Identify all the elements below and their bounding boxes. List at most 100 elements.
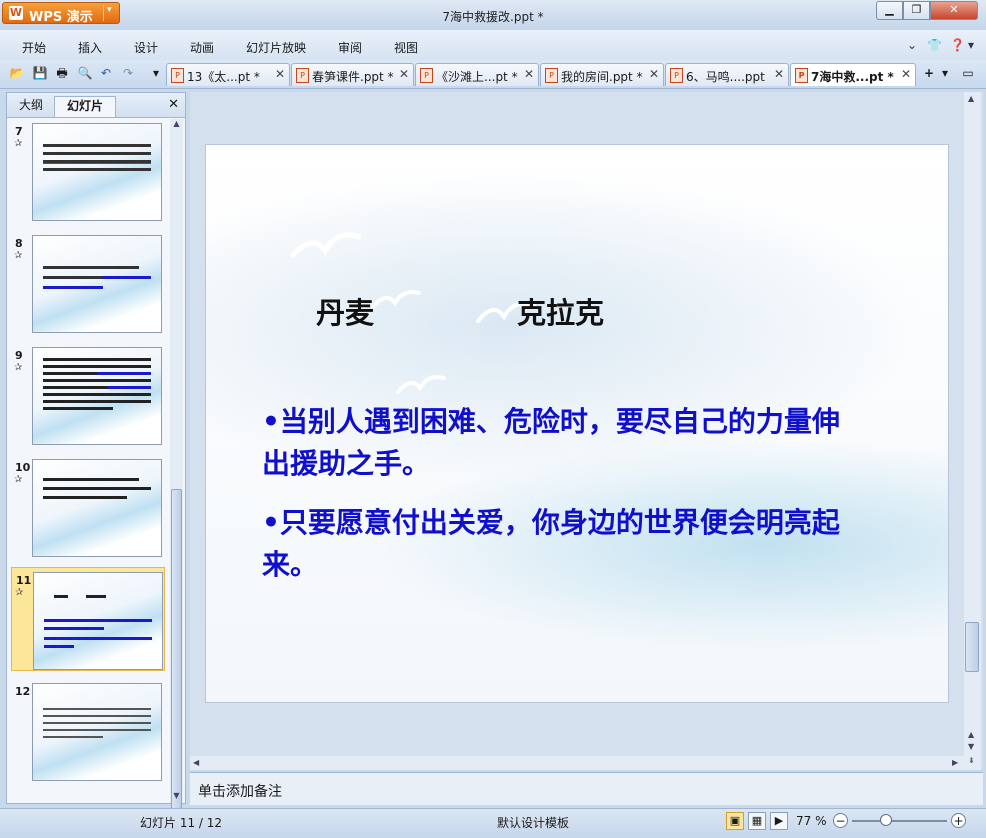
chevron-down-icon[interactable]: ▾	[968, 38, 974, 52]
window-title: 7海中救援改.ppt *	[442, 10, 544, 24]
close-tab-icon[interactable]: ✕	[649, 67, 659, 81]
menu-design[interactable]: 设计	[134, 39, 158, 56]
slide-heading-denmark[interactable]: 丹麦	[316, 290, 374, 332]
tab-label: 我的房间.ppt *	[561, 70, 643, 84]
tab-label: 13《太...pt *	[187, 70, 260, 84]
tab-document-beach[interactable]: P 《沙滩上...pt * ✕	[415, 63, 539, 86]
print-preview-icon[interactable]: 🔍	[77, 65, 93, 81]
help-icon[interactable]: ❓	[950, 38, 965, 52]
open-folder-icon[interactable]: 📂	[9, 65, 25, 81]
thumbnail-scrollbar[interactable]: ▲ ▼	[170, 119, 183, 809]
slide-preview	[32, 459, 162, 557]
seagull-icon	[371, 290, 421, 309]
redo-icon[interactable]: ↷	[120, 65, 136, 81]
slide-thumbnail-12[interactable]: 12	[11, 679, 165, 783]
tab-document-spring-shoots[interactable]: P 春笋课件.ppt * ✕	[291, 63, 414, 86]
notes-placeholder: 单击添加备注	[198, 784, 282, 800]
close-tab-icon[interactable]: ✕	[275, 67, 285, 81]
slide-number: 9	[15, 349, 23, 362]
tab-label: 春笋课件.ppt *	[312, 70, 394, 84]
menu-review[interactable]: 审阅	[338, 39, 362, 56]
slide-counter: 幻灯片 11 / 12	[140, 816, 223, 830]
slide-sorter-view-icon[interactable]: ▦	[748, 812, 766, 830]
scroll-up-icon[interactable]: ▲	[171, 119, 182, 131]
close-window-button[interactable]: ✕	[930, 1, 978, 20]
slideshow-view-icon[interactable]: ▶	[770, 812, 788, 830]
editor-vertical-scrollbar[interactable]: ▲ ▲ ▼ ⇟	[964, 92, 981, 770]
scrollbar-thumb[interactable]	[171, 489, 182, 809]
zoom-level: 77 %	[796, 814, 827, 828]
zoom-out-button[interactable]: −	[833, 813, 848, 828]
menu-bar: 开始 插入 设计 动画 幻灯片放映 审阅 视图 ⌄ 👕 ❓ ▾	[0, 30, 986, 60]
tab-list-dropdown-icon[interactable]: ▾	[937, 65, 953, 81]
close-tab-icon[interactable]: ✕	[399, 67, 409, 81]
slide-thumbnail-7[interactable]: 7 ✰	[11, 119, 165, 223]
tab-layout-icon[interactable]: ▭	[960, 65, 976, 81]
tab-document-my-room[interactable]: P 我的房间.ppt * ✕	[540, 63, 664, 86]
close-tab-icon[interactable]: ✕	[524, 67, 534, 81]
slide-preview	[33, 572, 163, 670]
close-tab-icon[interactable]: ✕	[901, 67, 911, 81]
tab-outline[interactable]: 大纲	[9, 96, 53, 117]
tab-label: 《沙滩上...pt *	[436, 70, 518, 84]
slide-thumbnail-9[interactable]: 9 ✰	[11, 343, 165, 447]
editor-horizontal-scrollbar[interactable]: ◀ ▶	[190, 756, 964, 770]
shirt-icon[interactable]: 👕	[927, 38, 942, 52]
next-slide-icon[interactable]: ⇟	[968, 756, 975, 765]
scrollbar-thumb[interactable]	[965, 622, 979, 672]
slide-bullet-1[interactable]: •当别人遇到困难、危险时，要尽自己的力量伸出援助之手。	[262, 401, 862, 485]
slide-number: 7	[15, 125, 23, 138]
slide-preview	[32, 123, 162, 221]
ppt-file-icon: P	[545, 68, 558, 83]
zoom-slider-knob[interactable]	[880, 814, 892, 826]
menu-view[interactable]: 视图	[394, 39, 418, 56]
slide-number: 10	[15, 461, 31, 474]
animation-star-icon: ✰	[14, 474, 23, 485]
scroll-up-icon[interactable]: ▲	[968, 94, 974, 103]
scroll-down-icon[interactable]: ▼	[171, 791, 182, 803]
close-tab-icon[interactable]: ✕	[774, 67, 784, 81]
scroll-up-icon[interactable]: ▲	[968, 730, 974, 739]
maximize-button[interactable]: ❐	[903, 1, 930, 20]
new-tab-icon[interactable]: +	[921, 65, 937, 81]
tab-label: 7海中救...pt *	[811, 70, 894, 84]
undo-icon[interactable]: ↶	[98, 65, 114, 81]
ppt-file-icon: P	[171, 68, 184, 83]
menu-home[interactable]: 开始	[22, 39, 46, 56]
chevron-down-icon[interactable]: ⌄	[907, 38, 917, 52]
slide-thumbnail-11[interactable]: 11 ✰	[11, 567, 165, 671]
slide-heading-clark[interactable]: 克拉克	[517, 290, 604, 332]
scroll-left-icon[interactable]: ◀	[193, 758, 199, 767]
tab-label: 6、马鸣....ppt	[686, 70, 765, 84]
zoom-in-button[interactable]: +	[951, 813, 966, 828]
tab-slides[interactable]: 幻灯片	[54, 96, 116, 117]
animation-star-icon: ✰	[14, 250, 23, 261]
tab-document-active[interactable]: P 7海中救...pt * ✕	[790, 63, 916, 86]
menu-slideshow[interactable]: 幻灯片放映	[246, 39, 306, 56]
slide-thumbnail-8[interactable]: 8 ✰	[11, 231, 165, 335]
scroll-down-icon[interactable]: ▼	[968, 742, 974, 751]
normal-view-icon[interactable]: ▣	[726, 812, 744, 830]
seagull-icon	[291, 232, 361, 258]
ppt-file-icon: P	[670, 68, 683, 83]
minimize-button[interactable]: ▁	[876, 1, 903, 20]
ppt-file-icon: P	[296, 68, 309, 83]
slide-bullet-2[interactable]: •只要愿意付出关爱，你身边的世界便会明亮起来。	[262, 502, 862, 586]
ppt-file-icon: P	[420, 68, 433, 83]
zoom-slider-track[interactable]	[852, 820, 947, 822]
tab-document-13[interactable]: P 13《太...pt * ✕	[166, 63, 290, 86]
close-pane-icon[interactable]: ✕	[168, 97, 179, 112]
design-template-name: 默认设计模板	[497, 816, 570, 830]
status-bar: 幻灯片 11 / 12 默认设计模板 ▣ ▦ ▶ 77 % − +	[0, 808, 986, 838]
menu-animation[interactable]: 动画	[190, 39, 214, 56]
slide-thumbnail-10[interactable]: 10 ✰	[11, 455, 165, 559]
slide-canvas[interactable]: 丹麦 克拉克 •当别人遇到困难、危险时，要尽自己的力量伸出援助之手。 •只要愿意…	[206, 145, 948, 702]
save-icon[interactable]: 💾	[32, 65, 48, 81]
tab-document-6[interactable]: P 6、马鸣....ppt ✕	[665, 63, 789, 86]
print-icon[interactable]: 🖶	[54, 65, 70, 81]
customize-toolbar-icon[interactable]: ▾	[148, 65, 164, 81]
scroll-right-icon[interactable]: ▶	[952, 758, 958, 767]
menu-insert[interactable]: 插入	[78, 39, 102, 56]
notes-pane[interactable]: 单击添加备注	[190, 772, 983, 805]
ppt-file-icon: P	[795, 68, 808, 83]
